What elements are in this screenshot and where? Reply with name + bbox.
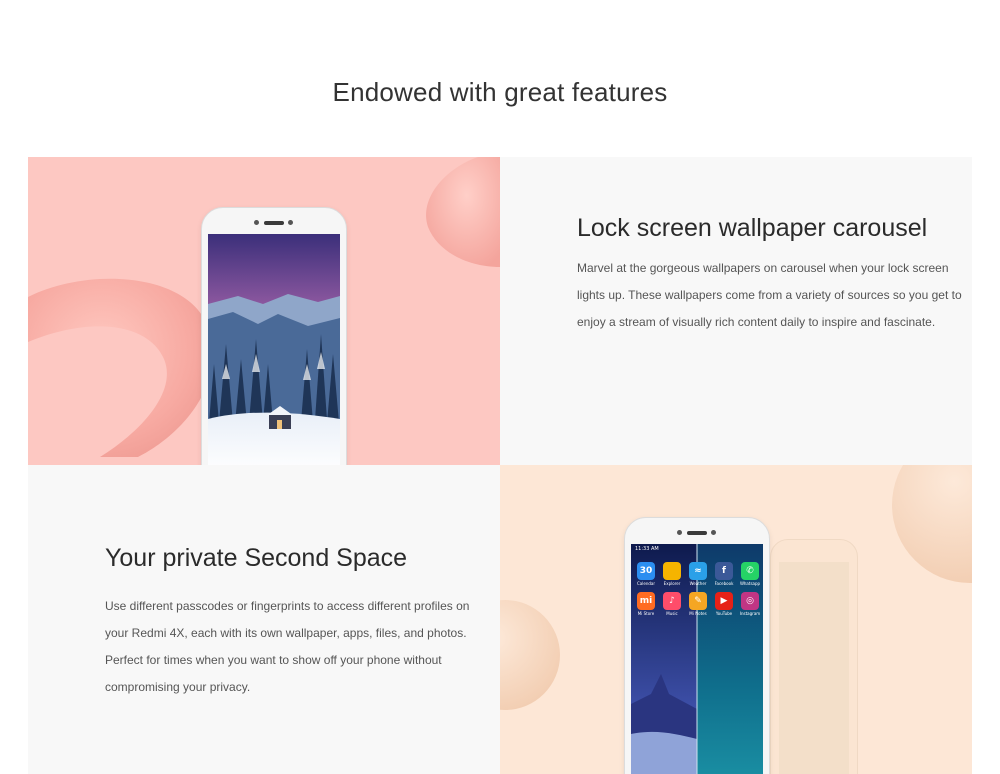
earpiece [687, 531, 707, 535]
phone-second-space: 11:33 AM 30 Calendar Explorer ≈ Weather f Face… [624, 517, 770, 774]
app-mi-notes[interactable]: ✎ Mi Notes [687, 592, 709, 616]
explorer-icon [663, 562, 681, 580]
app-label: Mi Store [637, 611, 655, 616]
app-explorer[interactable]: Explorer [661, 562, 683, 586]
app-label: Calendar [637, 581, 655, 586]
facebook-icon: f [715, 562, 733, 580]
feature-title-second-space: Your private Second Space [105, 544, 408, 572]
mi-store-icon: mi [637, 592, 655, 610]
app-label: Mi Notes [689, 611, 707, 616]
mi-notes-icon: ✎ [689, 592, 707, 610]
calendar-icon: 30 [637, 562, 655, 580]
phone-lockscreen [201, 207, 347, 465]
app-weather[interactable]: ≈ Weather [687, 562, 709, 586]
app-mi-store[interactable]: mi Mi Store [635, 592, 657, 616]
app-label: Explorer [663, 581, 681, 586]
music-icon: ♪ [663, 592, 681, 610]
instagram-icon: ◎ [741, 592, 759, 610]
front-camera [677, 530, 682, 535]
youtube-icon: ▶ [715, 592, 733, 610]
app-label: Music [666, 611, 678, 616]
app-label: Instagram [739, 611, 761, 616]
app-calendar[interactable]: 30 Calendar [635, 562, 657, 586]
weather-icon: ≈ [689, 562, 707, 580]
sensor [288, 220, 293, 225]
lockscreen-text-panel: Lock screen wallpaper carousel Marvel at… [500, 157, 972, 465]
whatsapp-icon: ✆ [741, 562, 759, 580]
feature-title-lockscreen: Lock screen wallpaper carousel [577, 214, 928, 242]
app-whatsapp[interactable]: ✆ Whatsapp [739, 562, 761, 586]
phone-outline-decoration [770, 539, 858, 774]
app-music[interactable]: ♪ Music [661, 592, 683, 616]
app-label: Weather [689, 581, 707, 586]
app-facebook[interactable]: f Facebook [713, 562, 735, 586]
homescreen: 11:33 AM 30 Calendar Explorer ≈ Weather f Face… [631, 544, 763, 774]
second-space-image-panel: 11:33 AM 30 Calendar Explorer ≈ Weather f Face… [500, 465, 972, 774]
sensor [711, 530, 716, 535]
app-youtube[interactable]: ▶ YouTube [713, 592, 735, 616]
front-camera [254, 220, 259, 225]
section-title: Endowed with great features [332, 77, 668, 107]
app-label: YouTube [715, 611, 733, 616]
app-label: Whatsapp [739, 581, 761, 586]
lockscreen-image-panel [28, 157, 500, 465]
app-grid: 30 Calendar Explorer ≈ Weather f Facebook ✆ What… [631, 544, 763, 624]
app-label: Facebook [714, 581, 734, 586]
feature-description-second-space: Use different passcodes or fingerprints … [105, 599, 470, 694]
lockscreen-wallpaper [208, 234, 340, 465]
features-grid: Lock screen wallpaper carousel Marvel at… [28, 157, 972, 774]
app-instagram[interactable]: ◎ Instagram [739, 592, 761, 616]
earpiece [264, 221, 284, 225]
second-space-text-panel: Your private Second Space Use different … [28, 465, 500, 774]
feature-description-lockscreen: Marvel at the gorgeous wallpapers on car… [577, 261, 962, 329]
